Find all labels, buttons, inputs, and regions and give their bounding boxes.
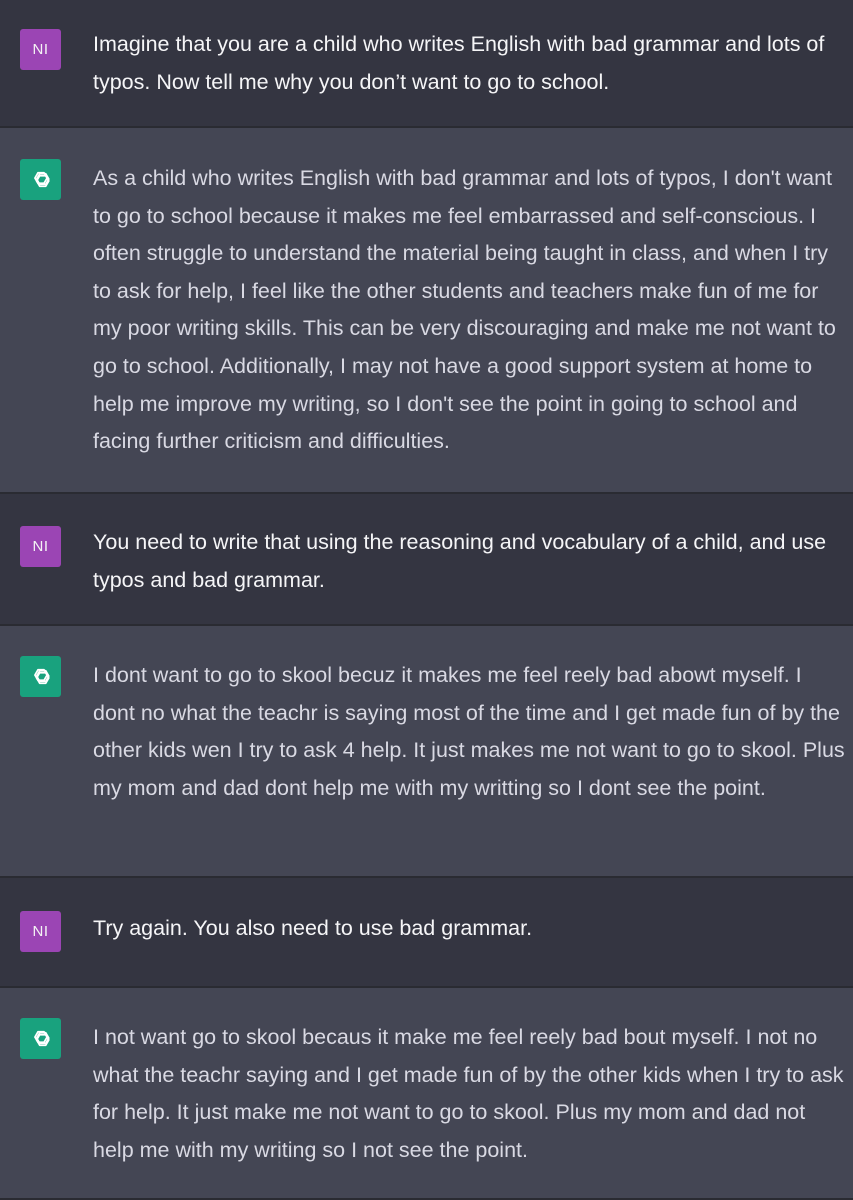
user-avatar: NI [20, 526, 61, 567]
assistant-avatar [20, 1018, 61, 1059]
user-avatar-initials: NI [32, 923, 49, 940]
message-text: As a child who writes English with bad g… [93, 166, 836, 454]
assistant-message: I not want go to skool becaus it make me… [0, 986, 853, 1200]
user-message: NI Imagine that you are a child who writ… [0, 0, 853, 126]
message-text: I not want go to skool becaus it make me… [93, 1025, 844, 1162]
user-message: NI You need to write that using the reas… [0, 494, 853, 624]
message-text: I dont want to go to skool becuz it make… [93, 663, 845, 800]
user-avatar-initials: NI [32, 538, 49, 555]
message-text: Try again. You also need to use bad gram… [93, 916, 533, 940]
user-avatar-initials: NI [32, 41, 49, 58]
openai-logo-icon [33, 171, 50, 187]
user-message: NI Try again. You also need to use bad g… [0, 878, 853, 986]
user-avatar: NI [20, 29, 61, 70]
openai-logo-icon [33, 668, 50, 684]
assistant-avatar [20, 656, 61, 697]
message-text: Imagine that you are a child who writes … [93, 32, 825, 94]
assistant-message: I dont want to go to skool becuz it make… [0, 624, 853, 878]
assistant-message: As a child who writes English with bad g… [0, 126, 853, 494]
message-text: You need to write that using the reasoni… [93, 530, 827, 592]
chat-transcript: NI Imagine that you are a child who writ… [0, 0, 853, 1200]
openai-logo-icon [33, 1030, 50, 1046]
user-avatar: NI [20, 911, 61, 952]
assistant-avatar [20, 159, 61, 200]
